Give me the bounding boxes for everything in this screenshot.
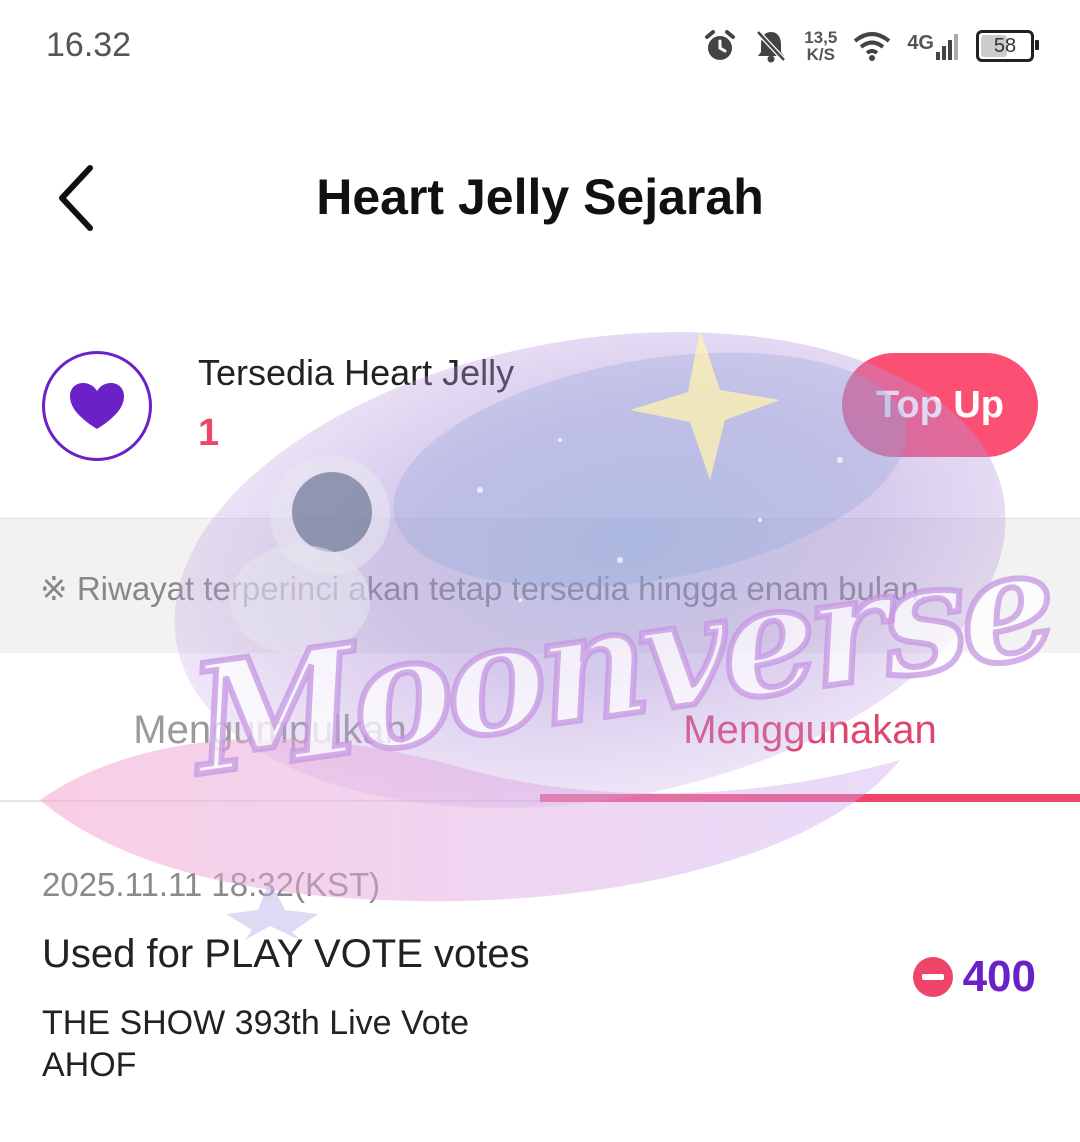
bell-off-icon	[756, 30, 787, 63]
transaction-amount: 400	[912, 952, 1036, 1002]
status-icons: 13,5 K/S 4G 58	[702, 24, 1039, 68]
transaction-event: THE SHOW 393th Live Vote	[42, 1004, 470, 1042]
network-speed: 13,5 K/S	[804, 29, 837, 63]
speed-value: 13,5	[804, 28, 838, 47]
tab-collect[interactable]: Mengumpulkan	[0, 708, 540, 753]
signal-bars-icon	[936, 34, 958, 60]
status-time: 16.32	[46, 26, 132, 64]
cellular-signal: 4G	[907, 32, 960, 60]
status-bar: 16.32 13,5 K/S 4G 58	[0, 0, 1080, 90]
top-up-button[interactable]: Top Up	[842, 353, 1038, 457]
notice-banner: ※ Riwayat terperinci akan tetap tersedia…	[0, 518, 1080, 653]
battery-icon: 58	[976, 30, 1039, 62]
battery-level: 58	[993, 34, 1017, 57]
page-title: Heart Jelly Sejarah	[316, 169, 764, 225]
transaction-artist: AHOF	[42, 1046, 137, 1084]
transaction-date: 2025.11.11 18:32(KST)	[42, 866, 381, 903]
amount-value: 400	[962, 952, 1036, 1001]
minus-circle-icon	[912, 957, 953, 997]
heart-icon	[70, 383, 124, 429]
transaction-title: Used for PLAY VOTE votes	[42, 932, 530, 976]
speed-unit: K/S	[806, 45, 835, 64]
heart-jelly-badge	[42, 351, 152, 461]
balance-value: 1	[198, 412, 220, 454]
active-tab-indicator	[540, 794, 1080, 802]
notice-text: ※ Riwayat terperinci akan tetap tersedia…	[40, 570, 929, 607]
network-type: 4G	[907, 32, 934, 54]
balance-label: Tersedia Heart Jelly	[198, 352, 515, 393]
star-sparkle	[630, 330, 780, 480]
alarm-icon	[705, 30, 736, 60]
wifi-icon	[854, 32, 891, 61]
tab-use[interactable]: Menggunakan	[540, 708, 1080, 753]
